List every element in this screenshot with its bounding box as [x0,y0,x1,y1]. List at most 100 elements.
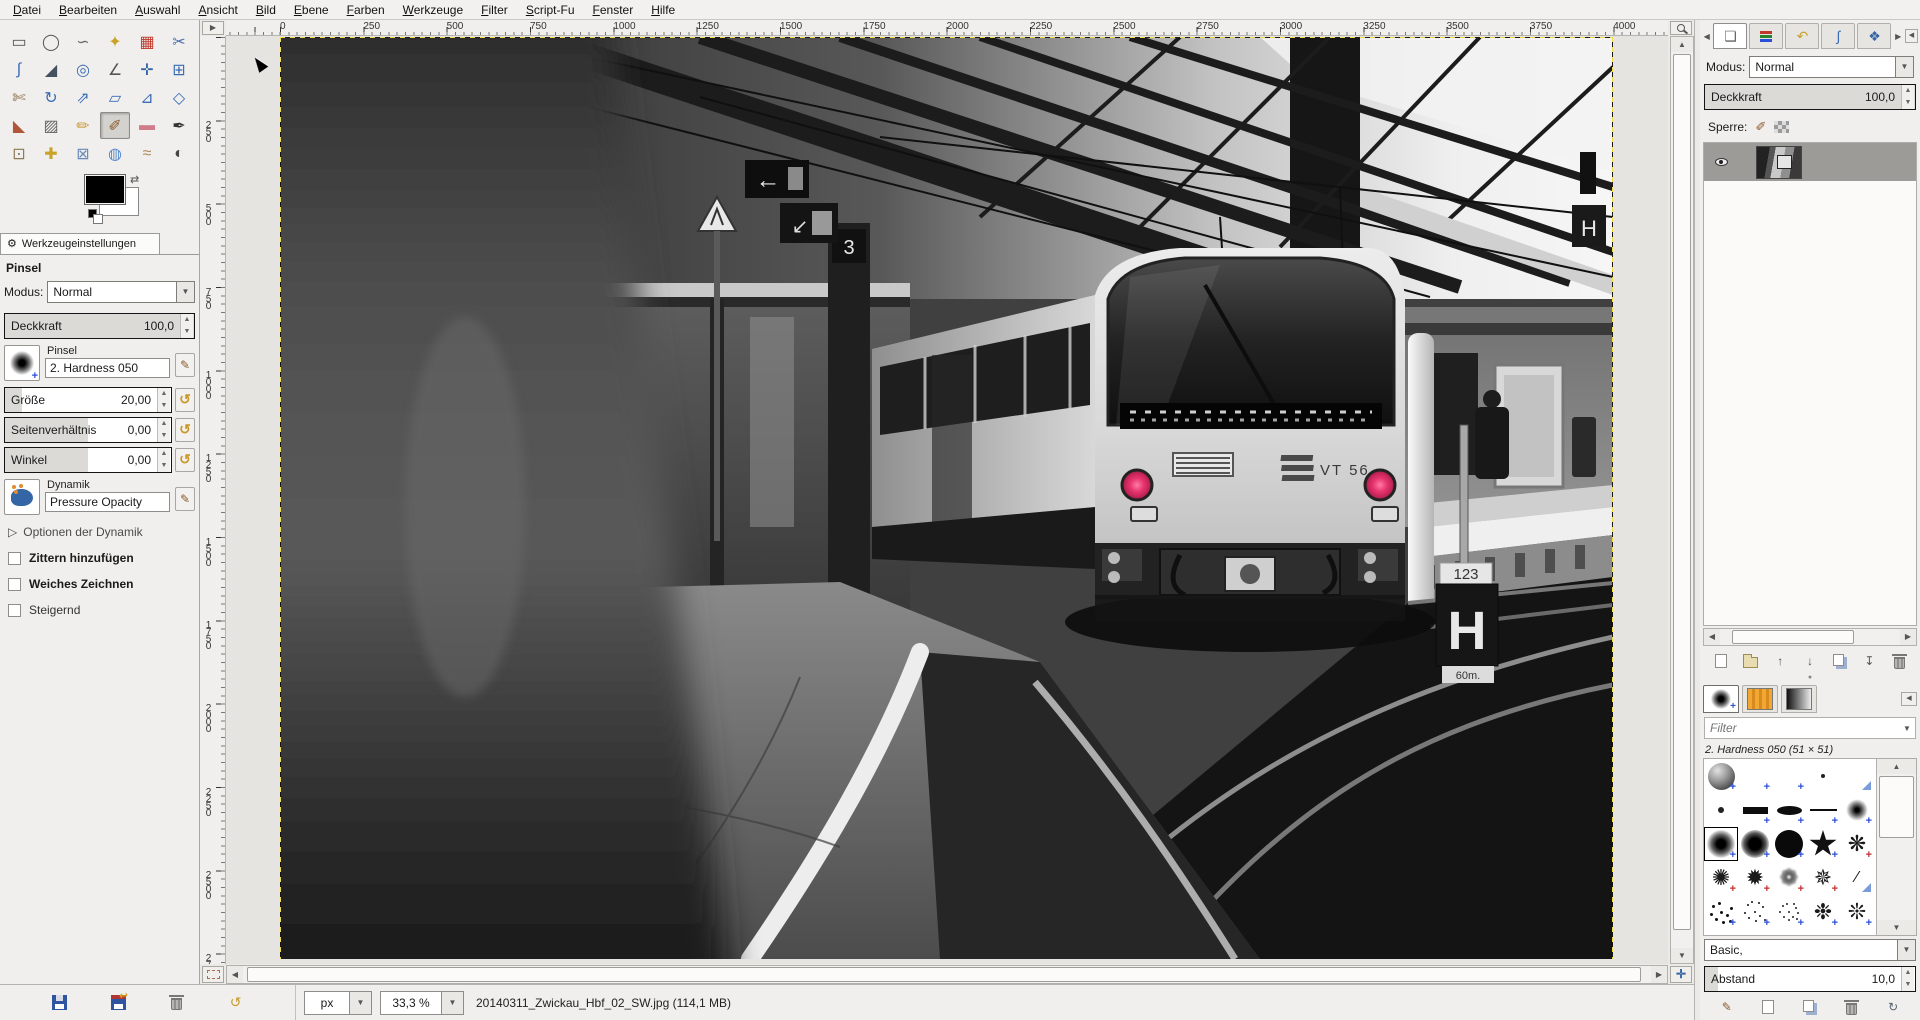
menu-item[interactable]: Filter [472,1,517,19]
tab-scroll-right-icon[interactable]: ▶ [1893,32,1902,41]
layer-thumbnail[interactable] [1756,146,1802,179]
brush-item[interactable] [1704,793,1738,827]
chevron-down-icon[interactable]: ▼ [350,991,372,1015]
menu-item[interactable]: Bild [247,1,285,19]
menu-item[interactable]: Ansicht [189,1,246,19]
tool-option-checkbox[interactable]: Steigernd [8,603,193,617]
brush-item[interactable] [1840,793,1874,827]
chevron-down-icon[interactable]: ▼ [177,281,195,303]
vertical-ruler[interactable]: 2505007501000125015001750200022502500275… [200,36,226,964]
spinner-arrows[interactable]: ▲▼ [157,418,170,442]
tab-channels[interactable] [1749,23,1783,49]
scrollbar-thumb[interactable] [247,967,1641,982]
ellipse-select-tool[interactable]: ◯ [36,28,66,55]
horizontal-scrollbar[interactable]: ◀ ▶ [226,965,1668,984]
brush-item[interactable] [1738,759,1772,793]
delete-brush-button[interactable] [1840,997,1864,1017]
checkbox[interactable] [8,604,21,617]
menu-item[interactable]: Farben [338,1,394,19]
menu-item[interactable]: Fenster [584,1,643,19]
opacity-slider[interactable]: Deckkraft 100,0 ▲▼ [4,313,195,339]
angle-slider[interactable]: Winkel 0,00 ▲▼ [4,447,172,473]
lower-layer-button[interactable]: ↓ [1798,651,1822,671]
move-tool[interactable]: ✛ [132,56,162,83]
zoom-fit-window-button[interactable] [1670,21,1692,35]
cage-transform-tool[interactable]: ◇ [164,84,194,111]
duplicate-layer-button[interactable] [1828,651,1852,671]
brush-item[interactable] [1772,759,1806,793]
zoom-tool[interactable]: ◎ [68,56,98,83]
brush-item[interactable] [1704,827,1738,861]
brush-item[interactable] [1772,793,1806,827]
layer-opacity-slider[interactable]: Deckkraft 100,0 ▲▼ [1704,84,1916,110]
aspect-ratio-slider[interactable]: Seitenverhältnis 0,00 ▲▼ [4,417,172,443]
chevron-down-icon[interactable]: ▼ [1896,56,1914,78]
scrollbar-thumb[interactable] [1879,776,1914,838]
paint-mode-select[interactable]: Normal ▼ [47,281,195,303]
paths-tool[interactable]: ∫ [4,56,34,83]
reset-angle-button[interactable]: ↺ [175,448,195,472]
chevron-down-icon[interactable]: ▼ [1899,724,1915,733]
horizontal-ruler[interactable]: 0250500750100012501500175020002250250027… [226,20,1668,36]
scrollbar-thumb[interactable] [1673,54,1691,930]
brush-item[interactable]: ✿ [1806,929,1840,936]
free-select-tool[interactable]: ∽ [68,28,98,55]
shear-tool[interactable]: ▱ [100,84,130,111]
select-by-color-tool[interactable]: ▦ [132,28,162,55]
anchor-layer-button[interactable]: ↧ [1857,651,1881,671]
delete-layer-button[interactable] [1887,651,1911,671]
delete-tool-preset-button[interactable] [165,992,189,1014]
restore-tool-preset-button[interactable] [106,992,130,1014]
dynamics-options-expander[interactable]: ▷ Optionen der Dynamik [8,525,193,539]
brush-preview-button[interactable]: + [4,345,40,381]
spinner-arrows[interactable]: ▲▼ [1901,967,1914,991]
brush-item[interactable] [1772,827,1806,861]
paintbrush-tool[interactable]: ✐ [100,112,130,139]
tab-gradients[interactable] [1781,685,1817,713]
reset-aspect-button[interactable]: ↺ [175,418,195,442]
lock-alpha-icon[interactable] [1774,121,1789,133]
tab-scroll-left-icon[interactable]: ◀ [1702,32,1711,41]
tool-option-checkbox[interactable]: Weiches Zeichnen [8,577,193,591]
tool-option-checkbox[interactable]: Zittern hinzufügen [8,551,193,565]
scrollbar-thumb[interactable] [1732,630,1854,644]
new-layer-group-button[interactable] [1739,651,1763,671]
brush-item[interactable] [1806,793,1840,827]
brush-filter-input[interactable] [1705,719,1899,737]
menu-item[interactable]: Script-Fu [517,1,584,19]
reset-size-button[interactable]: ↺ [175,388,195,412]
dock-resize-handle[interactable]: ● [1700,674,1920,683]
scale-tool[interactable]: ⇗ [68,84,98,111]
brush-item[interactable]: ❋ [1840,827,1874,861]
crop-tool[interactable]: ✄ [4,84,34,111]
perspective-clone-tool[interactable]: ⊠ [68,140,98,167]
brush-item[interactable]: ✽ [1738,929,1772,936]
brush-item[interactable]: ✵ [1806,861,1840,895]
reset-tool-options-button[interactable]: ↺ [224,992,248,1014]
scroll-right-icon[interactable]: ▶ [1900,629,1916,645]
scroll-right-icon[interactable]: ▶ [1651,966,1667,983]
foreground-color-swatch[interactable] [85,175,125,204]
canvas-menu-button[interactable]: ▶ [202,21,224,35]
swap-colors-icon[interactable]: ⇄ [130,173,139,186]
canvas-image[interactable]: 3 ← ↙ H [280,37,1613,959]
tab-paths[interactable]: ∫ [1821,23,1855,49]
gradient-tool[interactable]: ▨ [36,112,66,139]
layer-mode-select[interactable]: Normal ▼ [1749,56,1914,78]
menu-item[interactable]: Werkzeuge [394,1,472,19]
spinner-arrows[interactable]: ▲▼ [157,448,170,472]
clone-tool[interactable]: ⊡ [4,140,34,167]
ink-tool[interactable]: ✒ [164,112,194,139]
brush-item[interactable] [1704,895,1738,929]
bucket-fill-tool[interactable]: ◣ [4,112,34,139]
dynamics-name-field[interactable]: Pressure Opacity [45,492,170,512]
brush-item[interactable]: ❀ [1772,929,1806,936]
save-tool-preset-button[interactable] [47,992,71,1014]
checkbox[interactable] [8,552,21,565]
spinner-arrows[interactable]: ▲▼ [180,314,193,338]
brush-item[interactable]: ⁄ [1840,861,1874,895]
pan-view-button[interactable]: ✛ [1670,966,1692,983]
lock-pixels-icon[interactable]: ✐ [1755,119,1766,135]
zoom-select[interactable]: 33,3 % ▼ [380,991,464,1015]
spinner-arrows[interactable]: ▲▼ [1901,85,1914,109]
